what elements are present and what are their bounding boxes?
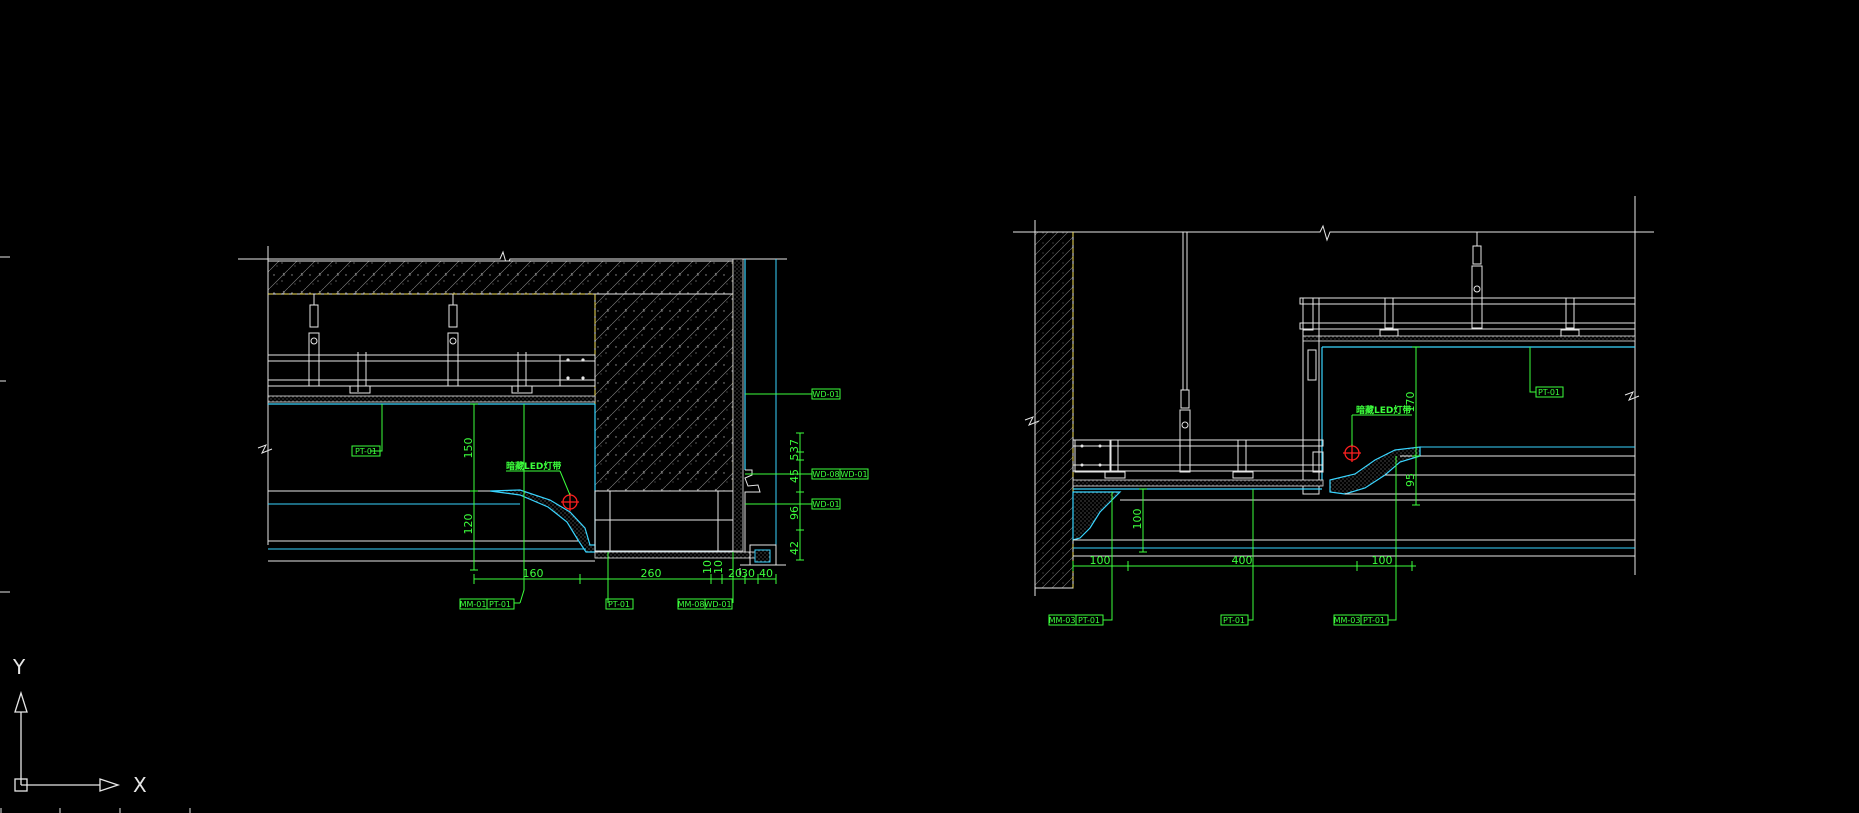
- right-vertical-dims: [1139, 346, 1420, 553]
- right-dim-100-b: 100: [1372, 554, 1393, 567]
- right-tag-pt01-c: PT-01: [1360, 614, 1389, 626]
- ucs-y-label: Y: [12, 655, 26, 679]
- right-tag-pt01-a: PT-01: [1075, 614, 1104, 626]
- svg-text:WD-01: WD-01: [704, 600, 731, 609]
- left-dim-160: 160: [523, 567, 544, 580]
- right-tag-pt01-top: PT-01: [1535, 386, 1564, 398]
- right-ceiling-section: 暗藏LED灯带 170 95 100 100 400 100 PT-01 MM-…: [1013, 196, 1654, 626]
- left-dim-150: 150: [462, 438, 475, 459]
- right-cove-moulding-left: [1072, 491, 1122, 541]
- left-dim-10b: 10: [712, 560, 725, 574]
- left-clips: [349, 352, 533, 394]
- svg-text:MM-03: MM-03: [1049, 616, 1076, 625]
- left-dim-40: 40: [759, 567, 773, 580]
- left-hanger-1: [308, 294, 320, 387]
- right-tag-mm03-a: MM-03: [1048, 614, 1077, 626]
- cad-drawing-canvas[interactable]: 暗藏LED灯带 150 120 160 260 10 10 20 30 40 3…: [0, 0, 1859, 813]
- left-tag-wd01-c: WD-01: [811, 498, 841, 510]
- svg-text:PT-01: PT-01: [1078, 616, 1100, 625]
- left-tag-pt01-a: PT-01: [351, 445, 381, 457]
- svg-text:WD-01: WD-01: [840, 470, 867, 479]
- right-dim-100-a: 100: [1090, 554, 1111, 567]
- svg-text:WD-01: WD-01: [812, 500, 839, 509]
- ucs-x-label: X: [133, 773, 147, 797]
- svg-text:MM-01: MM-01: [460, 600, 487, 609]
- right-led-symbol: [1343, 444, 1361, 462]
- right-dim-95: 95: [1404, 473, 1417, 487]
- svg-text:WD-08: WD-08: [812, 470, 839, 479]
- ucs-icon: Y X: [12, 655, 147, 797]
- left-dim-260: 260: [641, 567, 662, 580]
- svg-text:MM-03: MM-03: [1334, 616, 1361, 625]
- right-tag-mm03-b: MM-03: [1333, 614, 1362, 626]
- left-tag-wd01-a: WD-01: [811, 388, 841, 400]
- left-tag-mm01: MM-01: [459, 598, 488, 610]
- svg-text:PT-01: PT-01: [355, 447, 377, 456]
- left-concrete-slab: [267, 260, 734, 295]
- left-dim-37: 37: [788, 439, 801, 453]
- left-tag-wd01-b: WD-01: [839, 468, 869, 480]
- left-dim-5: 5: [788, 454, 801, 461]
- left-dim-30: 30: [741, 567, 755, 580]
- left-dim-42: 42: [788, 541, 801, 555]
- left-hanger-2: [447, 294, 459, 387]
- left-tag-pt01-b: PT-01: [486, 598, 515, 610]
- svg-text:PT-01: PT-01: [608, 600, 630, 609]
- svg-text:WD-01: WD-01: [812, 390, 839, 399]
- svg-text:PT-01: PT-01: [1363, 616, 1385, 625]
- svg-text:PT-01: PT-01: [1538, 388, 1560, 397]
- svg-text:PT-01: PT-01: [1223, 616, 1245, 625]
- left-vertical-dims: [470, 403, 478, 571]
- left-dim-45: 45: [788, 469, 801, 483]
- left-cove-moulding: [489, 489, 596, 553]
- left-concrete-beam: [594, 293, 734, 492]
- left-ceiling-section: 暗藏LED灯带 150 120 160 260 10 10 20 30 40 3…: [238, 246, 869, 610]
- svg-text:MM-08: MM-08: [678, 600, 705, 609]
- right-dim-170: 170: [1404, 392, 1417, 413]
- right-dim-400: 400: [1232, 554, 1253, 567]
- left-edge-ticks: [0, 256, 191, 813]
- left-tag-wd01-d: WD-01: [704, 598, 733, 610]
- left-dim-20: 20: [728, 567, 742, 580]
- svg-text:PT-01: PT-01: [489, 600, 511, 609]
- left-dim-96: 96: [788, 506, 801, 520]
- right-dim-100-v: 100: [1131, 509, 1144, 530]
- right-wall-hatch: [1034, 231, 1074, 589]
- left-tag-mm08: MM-08: [677, 598, 706, 610]
- left-dim-120: 120: [462, 514, 475, 535]
- left-led-note: 暗藏LED灯带: [506, 460, 561, 472]
- right-tag-pt01-b: PT-01: [1220, 614, 1249, 626]
- left-tag-wd08: WD-08: [811, 468, 841, 480]
- left-tag-pt01-c: PT-01: [605, 598, 634, 610]
